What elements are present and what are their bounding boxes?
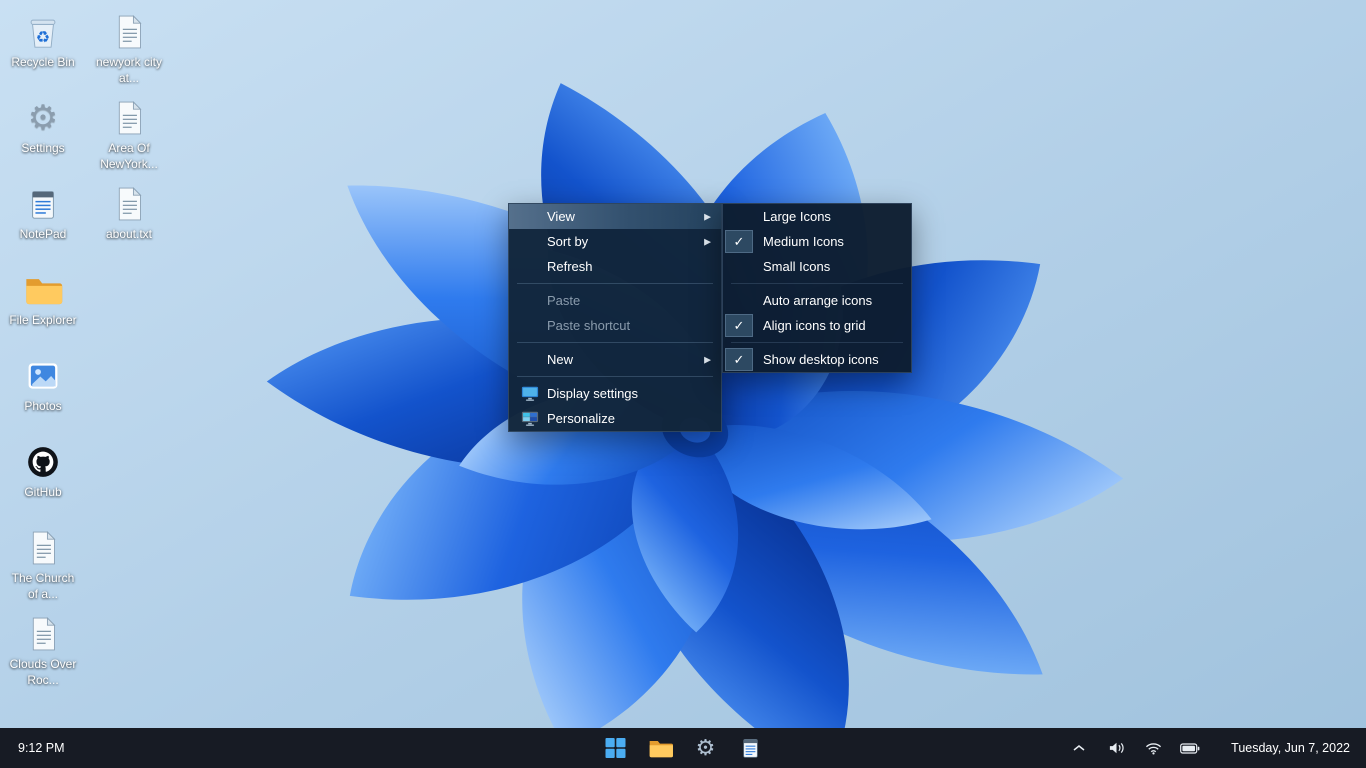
desktop-icon-label: Photos — [24, 399, 61, 415]
desktop-icon-label: Settings — [21, 141, 64, 157]
menu-item-label: Sort by — [547, 234, 588, 249]
menu-item-label: New — [547, 352, 573, 367]
chevron-up-icon[interactable] — [1069, 738, 1089, 758]
menu-item-sort-by[interactable]: Sort by ▶ — [509, 229, 721, 254]
menu-separator — [731, 342, 903, 343]
desktop-icon-settings[interactable]: ⚙ Settings — [4, 92, 82, 178]
desktop-context-menu: View ▶ Sort by ▶ Refresh Paste Paste sho… — [508, 203, 722, 432]
settings-gear-icon: ⚙ — [696, 735, 716, 761]
submenu-arrow-icon: ▶ — [704, 236, 711, 247]
desktop-icon-label: NotePad — [20, 227, 67, 243]
menu-separator — [517, 342, 713, 343]
desktop-icon-area-of-newyork-doc[interactable]: Area Of NewYork... — [90, 92, 168, 178]
submenu-item-label: Show desktop icons — [763, 352, 879, 367]
battery-icon[interactable] — [1180, 738, 1200, 758]
menu-item-refresh[interactable]: Refresh — [509, 254, 721, 279]
desktop-icon-the-church-doc[interactable]: The Church of a... — [4, 522, 82, 608]
desktop-icon-label: Area Of NewYork... — [92, 141, 166, 172]
desktop-icon-label: The Church of a... — [6, 571, 80, 602]
desktop-icon-column-1: ♻ Recycle Bin ⚙ Settings — [4, 6, 82, 694]
taskbar-date[interactable]: Tuesday, Jun 7, 2022 — [1231, 741, 1350, 755]
taskbar-settings-button[interactable]: ⚙ — [692, 734, 720, 762]
desktop-icon-label: Clouds Over Roc... — [6, 657, 80, 688]
desktop-icon-notepad[interactable]: NotePad — [4, 178, 82, 264]
desktop-icon-label: Recycle Bin — [11, 55, 74, 71]
desktop-icon-newyork-doc[interactable]: newyork city at... — [90, 6, 168, 92]
desktop-icon-label: newyork city at... — [92, 55, 166, 86]
submenu-item-label: Large Icons — [763, 209, 831, 224]
submenu-arrow-icon: ▶ — [704, 211, 711, 222]
desktop-icon-about-txt[interactable]: about.txt — [90, 178, 168, 264]
notepad-icon — [740, 737, 762, 759]
submenu-item-auto-arrange-icons[interactable]: Auto arrange icons — [723, 288, 911, 313]
desktop[interactable]: ♻ Recycle Bin ⚙ Settings — [0, 0, 1366, 768]
text-document-icon — [109, 98, 149, 138]
menu-item-personalize[interactable]: Personalize — [509, 406, 721, 431]
taskbar-notepad-button[interactable] — [737, 734, 765, 762]
desktop-icon-github[interactable]: GitHub — [4, 436, 82, 522]
menu-item-label: View — [547, 209, 575, 224]
github-icon — [23, 442, 63, 482]
desktop-icon-column-2: newyork city at... Area Of NewYork... — [90, 6, 168, 694]
taskbar: 9:12 PM ⚙ — [0, 728, 1366, 768]
submenu-item-medium-icons[interactable]: ✓ Medium Icons — [723, 229, 911, 254]
menu-item-paste: Paste — [509, 288, 721, 313]
menu-separator — [517, 283, 713, 284]
menu-item-new[interactable]: New ▶ — [509, 347, 721, 372]
taskbar-tray: Tuesday, Jun 7, 2022 — [1069, 728, 1350, 768]
taskbar-time[interactable]: 9:12 PM — [18, 741, 65, 755]
desktop-icon-photos[interactable]: Photos — [4, 350, 82, 436]
menu-item-label: Paste shortcut — [547, 318, 630, 333]
settings-gear-icon: ⚙ — [23, 98, 63, 138]
wifi-icon[interactable] — [1143, 738, 1163, 758]
text-document-icon — [23, 614, 63, 654]
desktop-icon-grid: ♻ Recycle Bin ⚙ Settings — [4, 6, 168, 694]
folder-icon — [648, 737, 674, 759]
volume-icon[interactable] — [1106, 738, 1126, 758]
menu-item-label: Refresh — [547, 259, 593, 274]
text-document-icon — [109, 184, 149, 224]
photos-icon — [23, 356, 63, 396]
menu-separator — [517, 376, 713, 377]
notepad-icon — [23, 184, 63, 224]
menu-item-paste-shortcut: Paste shortcut — [509, 313, 721, 338]
text-document-icon — [23, 528, 63, 568]
desktop-icon-label: GitHub — [24, 485, 61, 501]
folder-icon — [23, 270, 63, 310]
menu-item-view[interactable]: View ▶ — [509, 204, 721, 229]
submenu-item-small-icons[interactable]: Small Icons — [723, 254, 911, 279]
submenu-item-label: Auto arrange icons — [763, 293, 872, 308]
submenu-item-label: Small Icons — [763, 259, 830, 274]
desktop-icon-file-explorer[interactable]: File Explorer — [4, 264, 82, 350]
menu-item-display-settings[interactable]: Display settings — [509, 381, 721, 406]
desktop-icon-label: File Explorer — [9, 313, 76, 329]
desktop-icon-label: about.txt — [106, 227, 152, 243]
check-icon: ✓ — [725, 230, 753, 253]
submenu-item-label: Medium Icons — [763, 234, 844, 249]
submenu-item-show-desktop-icons[interactable]: ✓ Show desktop icons — [723, 347, 911, 372]
check-icon: ✓ — [725, 348, 753, 371]
menu-item-label: Paste — [547, 293, 580, 308]
taskbar-center-buttons: ⚙ — [602, 728, 765, 768]
check-icon: ✓ — [725, 314, 753, 337]
personalize-icon — [521, 410, 539, 427]
submenu-item-large-icons[interactable]: Large Icons — [723, 204, 911, 229]
svg-text:♻: ♻ — [36, 28, 50, 46]
view-submenu: Large Icons ✓ Medium Icons Small Icons A… — [722, 203, 912, 373]
menu-item-label: Personalize — [547, 411, 615, 426]
start-button[interactable] — [602, 734, 630, 762]
submenu-arrow-icon: ▶ — [704, 354, 711, 365]
menu-item-label: Display settings — [547, 386, 638, 401]
menu-separator — [731, 283, 903, 284]
text-document-icon — [109, 12, 149, 52]
submenu-item-label: Align icons to grid — [763, 318, 866, 333]
display-settings-icon — [521, 385, 539, 402]
recycle-bin-icon: ♻ — [23, 12, 63, 52]
windows-logo-icon — [605, 737, 627, 759]
taskbar-file-explorer-button[interactable] — [647, 734, 675, 762]
desktop-icon-clouds-doc[interactable]: Clouds Over Roc... — [4, 608, 82, 694]
submenu-item-align-icons-to-grid[interactable]: ✓ Align icons to grid — [723, 313, 911, 338]
desktop-icon-recycle-bin[interactable]: ♻ Recycle Bin — [4, 6, 82, 92]
